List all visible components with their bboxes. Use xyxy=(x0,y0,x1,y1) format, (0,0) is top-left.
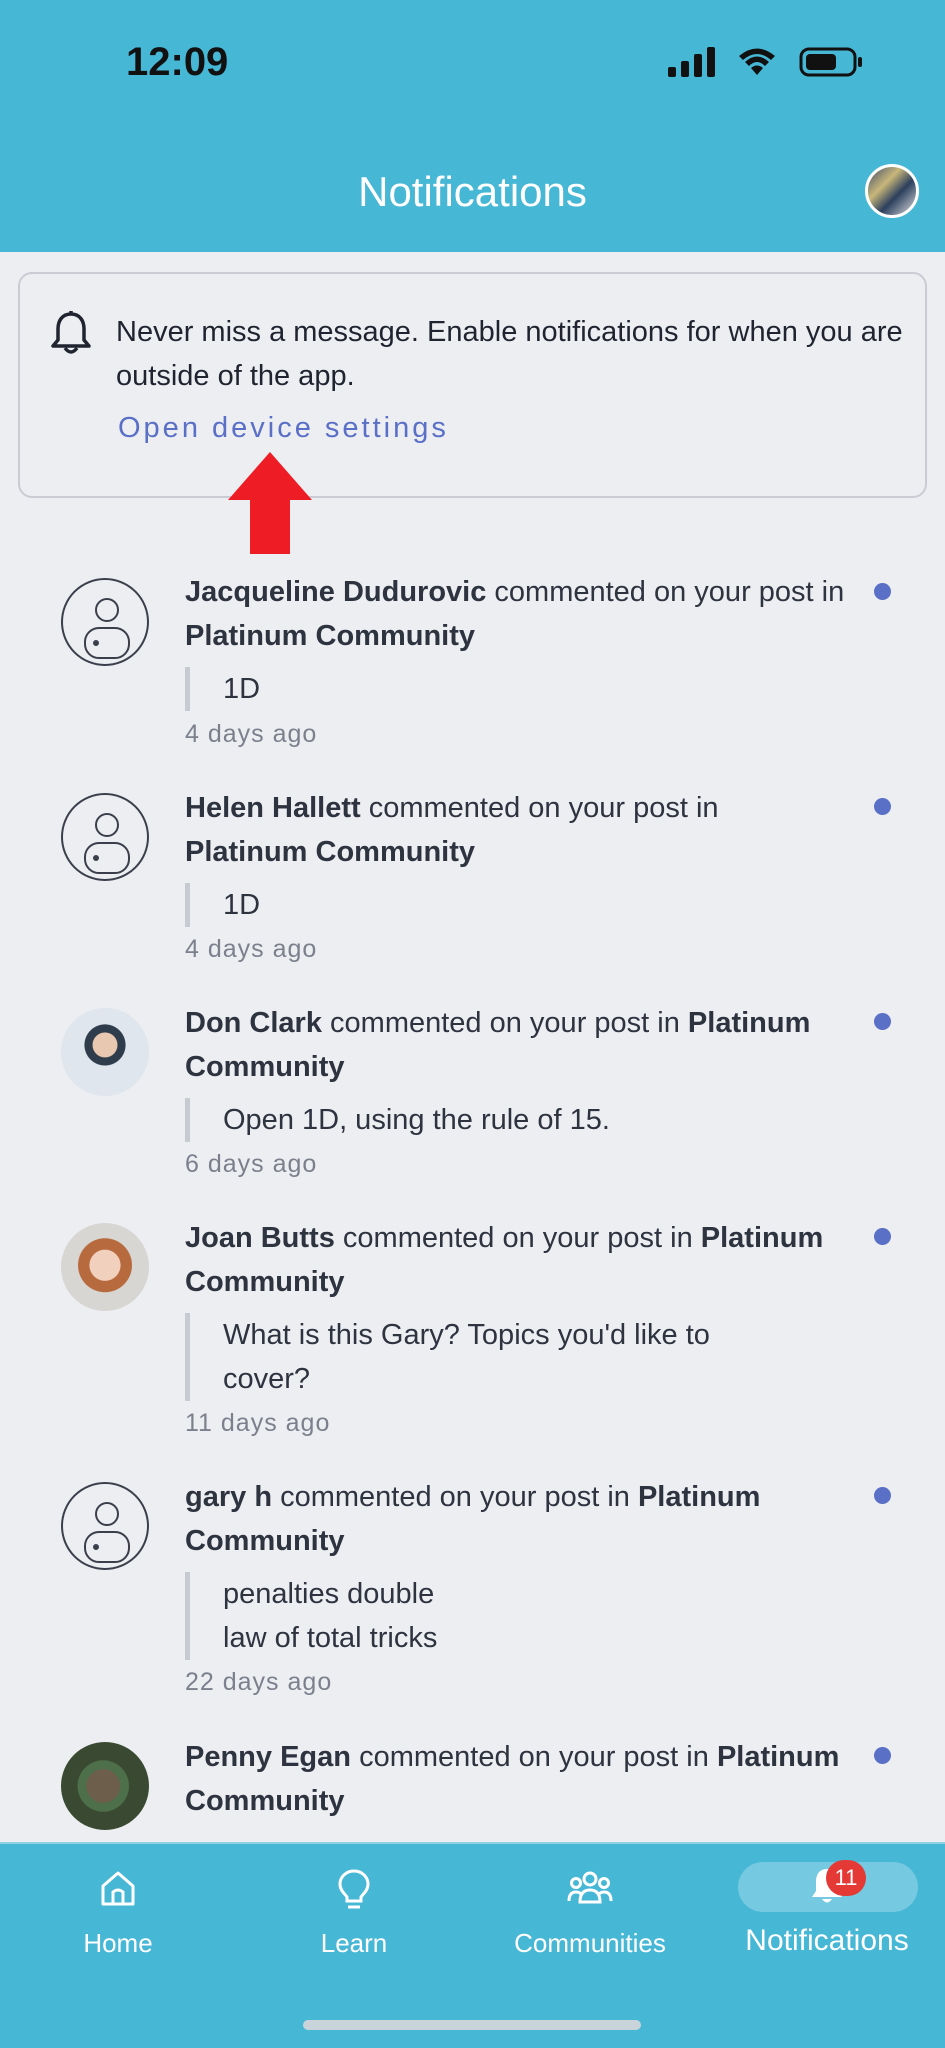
unread-dot xyxy=(874,1013,891,1030)
comment-quote: What is this Gary? Topics you'd like to … xyxy=(185,1313,825,1401)
comment-quote: penalties double law of total tricks xyxy=(185,1572,825,1660)
avatar-placeholder xyxy=(61,578,149,666)
notification-badge: 11 xyxy=(826,1860,866,1896)
notification-community: Platinum Community xyxy=(185,620,476,652)
nav-label: Home xyxy=(83,1928,153,1958)
quote-line: penalties double xyxy=(223,1578,435,1610)
notification-time: 11 days ago xyxy=(185,1409,331,1437)
page-title: Notifications xyxy=(358,168,587,215)
notification-author: gary h xyxy=(185,1481,273,1513)
banner-message: Never miss a message. Enable notificatio… xyxy=(116,316,903,392)
home-indicator xyxy=(303,2020,641,2030)
quote-line: cover? xyxy=(223,1363,311,1395)
status-icons xyxy=(668,46,863,78)
user-icon xyxy=(84,813,130,874)
notification-time: 4 days ago xyxy=(185,935,318,963)
nav-learn[interactable]: Learn xyxy=(236,1844,472,1994)
cellular-signal-icon xyxy=(668,47,715,77)
avatar-photo xyxy=(61,1742,149,1830)
notification-text: Jacqueline Dudurovic commented on your p… xyxy=(185,570,845,658)
unread-dot xyxy=(874,798,891,815)
notification-action: commented on your post in xyxy=(280,1481,630,1513)
open-device-settings-link[interactable]: Open device settings xyxy=(118,412,449,445)
nav-label: Notifications xyxy=(745,1924,909,1957)
quote-line: Open 1D, using the rule of 15. xyxy=(223,1104,610,1136)
wifi-icon xyxy=(737,47,777,77)
enable-notifications-banner: Never miss a message. Enable notificatio… xyxy=(18,272,927,498)
bell-icon xyxy=(50,310,92,361)
notification-action: commented on your post in xyxy=(330,1007,680,1039)
avatar-placeholder xyxy=(61,1482,149,1570)
notification-text: Helen Hallett commented on your post in … xyxy=(185,786,845,874)
notification-author: Jacqueline Dudurovic xyxy=(185,576,487,608)
status-time: 12:09 xyxy=(126,40,229,84)
user-icon xyxy=(84,598,130,659)
notification-text: Penny Egan commented on your post in Pla… xyxy=(185,1735,845,1823)
notification-text: Joan Butts commented on your post in Pla… xyxy=(185,1216,845,1304)
avatar-photo xyxy=(61,1008,149,1096)
notification-author: Don Clark xyxy=(185,1007,322,1039)
battery-icon xyxy=(799,46,863,78)
home-icon xyxy=(98,1868,138,1913)
app-header: 12:09 Notifications xyxy=(0,0,945,252)
nav-label: Communities xyxy=(514,1928,666,1958)
notification-community: Platinum Community xyxy=(185,836,476,868)
notification-action: commented on your post in xyxy=(342,1222,693,1254)
avatar-photo xyxy=(61,1223,149,1311)
comment-quote: 1D xyxy=(185,667,825,711)
notification-author: Joan Butts xyxy=(185,1222,335,1254)
quote-line: law of total tricks xyxy=(223,1622,438,1654)
notification-time: 6 days ago xyxy=(185,1150,318,1178)
unread-dot xyxy=(874,1747,891,1764)
avatar-placeholder xyxy=(61,793,149,881)
people-icon xyxy=(567,1868,613,1913)
red-arrow-annotation xyxy=(228,452,312,559)
unread-dot xyxy=(874,583,891,600)
notification-action: commented on your post in xyxy=(494,576,845,608)
nav-communities[interactable]: Communities xyxy=(472,1844,708,1994)
notification-author: Helen Hallett xyxy=(185,792,361,824)
profile-avatar[interactable] xyxy=(865,164,919,218)
comment-quote: Open 1D, using the rule of 15. xyxy=(185,1098,825,1142)
comment-quote: 1D xyxy=(185,883,825,927)
unread-dot xyxy=(874,1487,891,1504)
bottom-nav: Home Learn Communities Notifications 11 xyxy=(0,1842,945,2048)
nav-label: Learn xyxy=(320,1928,388,1958)
quote-line: What is this Gary? Topics you'd like to xyxy=(223,1319,710,1351)
nav-home[interactable]: Home xyxy=(0,1844,236,1994)
notification-action: commented on your post in xyxy=(368,792,719,824)
notification-text: gary h commented on your post in Platinu… xyxy=(185,1475,845,1563)
notification-text: Don Clark commented on your post in Plat… xyxy=(185,1001,845,1089)
quote-line: 1D xyxy=(223,673,261,705)
unread-dot xyxy=(874,1228,891,1245)
notification-action: commented on your post in xyxy=(359,1741,709,1773)
user-icon xyxy=(84,1502,130,1563)
notification-time: 22 days ago xyxy=(185,1668,333,1696)
lightbulb-icon xyxy=(334,1868,374,1917)
quote-line: 1D xyxy=(223,889,261,921)
nav-notifications[interactable]: Notifications xyxy=(709,1844,945,1994)
notification-author: Penny Egan xyxy=(185,1741,351,1773)
notification-time: 4 days ago xyxy=(185,720,318,748)
